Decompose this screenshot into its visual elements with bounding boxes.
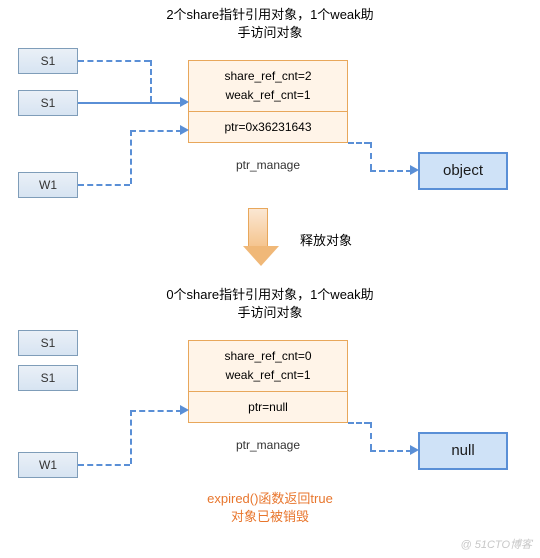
bottom-manage-label: ptr_manage: [188, 438, 348, 452]
bottom-title-line2: 手访问对象: [237, 305, 302, 320]
arrow-s1-v: [150, 60, 152, 102]
top-ptr-value: ptr=0x36231643: [189, 120, 347, 134]
arrow-bobj-h1: [348, 422, 370, 424]
bottom-object-box: null: [418, 432, 508, 470]
bottom-title-line1: 0个share指针引用对象，1个weak助: [166, 287, 373, 302]
bottom-weak-ref: weak_ref_cnt=1: [189, 366, 347, 385]
top-s1-box: S1: [18, 48, 78, 74]
bottom-share-ref: share_ref_cnt=0: [189, 347, 347, 366]
arrow-s2-h: [78, 102, 186, 104]
top-object-box: object: [418, 152, 508, 190]
top-share-ref: share_ref_cnt=2: [189, 67, 347, 86]
arrow-bw1-h1: [78, 464, 130, 466]
arrow-bobj-v: [370, 422, 372, 450]
watermark: @ 51CTO博客: [461, 536, 532, 552]
arrow-bobj-head: [410, 445, 419, 455]
arrow-w1-h1: [78, 184, 130, 186]
top-manage-top: share_ref_cnt=2 weak_ref_cnt=1: [189, 61, 347, 112]
bottom-ptr-value: ptr=null: [189, 400, 347, 414]
bottom-manage-bottom: ptr=null: [189, 392, 347, 422]
bottom-title: 0个share指针引用对象，1个weak助 手访问对象: [120, 286, 420, 322]
arrow-w1-h2: [130, 130, 182, 132]
bottom-manage-box: share_ref_cnt=0 weak_ref_cnt=1 ptr=null: [188, 340, 348, 423]
bottom-s2-box: S1: [18, 365, 78, 391]
bottom-w1-box: W1: [18, 452, 78, 478]
arrow-bobj-h2: [370, 450, 412, 452]
top-manage-label: ptr_manage: [188, 158, 348, 172]
arrow-w1-head: [180, 125, 189, 135]
arrow-bw1-head: [180, 405, 189, 415]
expired-line1: expired()函数返回true: [207, 491, 333, 506]
arrow-s1-h: [78, 60, 150, 62]
release-arrow: [243, 208, 273, 266]
top-title-line1: 2个share指针引用对象，1个weak助: [166, 7, 373, 22]
arrow-bw1-v: [130, 410, 132, 464]
bottom-s1-box: S1: [18, 330, 78, 356]
arrow-obj-h1: [348, 142, 370, 144]
expired-line2: 对象已被销毁: [231, 509, 309, 524]
arrow-s2-head: [180, 97, 189, 107]
arrow-obj-v: [370, 142, 372, 170]
top-title-line2: 手访问对象: [237, 25, 302, 40]
expired-text: expired()函数返回true 对象已被销毁: [165, 490, 375, 526]
arrow-bw1-h2: [130, 410, 182, 412]
arrow-obj-h2: [370, 170, 412, 172]
action-text: 释放对象: [300, 230, 352, 249]
bottom-manage-top: share_ref_cnt=0 weak_ref_cnt=1: [189, 341, 347, 392]
top-manage-bottom: ptr=0x36231643: [189, 112, 347, 142]
arrow-w1-v: [130, 130, 132, 184]
arrow-obj-head: [410, 165, 419, 175]
top-manage-box: share_ref_cnt=2 weak_ref_cnt=1 ptr=0x362…: [188, 60, 348, 143]
top-weak-ref: weak_ref_cnt=1: [189, 86, 347, 105]
top-s2-box: S1: [18, 90, 78, 116]
top-title: 2个share指针引用对象，1个weak助 手访问对象: [120, 6, 420, 42]
top-w1-box: W1: [18, 172, 78, 198]
